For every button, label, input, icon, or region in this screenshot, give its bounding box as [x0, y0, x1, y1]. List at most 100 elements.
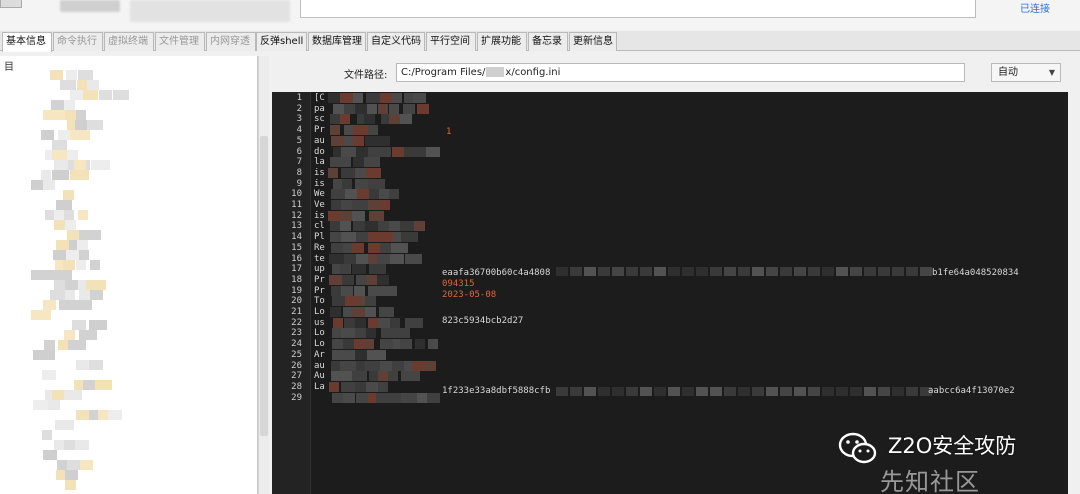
code-line-prefix: Ar — [314, 349, 325, 360]
line-number: 29 — [291, 392, 302, 403]
code-line-prefix: is — [314, 178, 325, 189]
code-value-line4: 1 — [446, 127, 452, 137]
code-line-prefix: au — [314, 360, 325, 371]
code-value-line17: 094315 — [442, 279, 475, 289]
tab-database[interactable]: 数据库管理 — [308, 32, 366, 51]
line-number: 13 — [291, 221, 302, 232]
tree-header: 目 — [4, 62, 14, 73]
code-line-prefix: Ve — [314, 200, 325, 210]
code-line-prefix: Pr — [314, 274, 325, 285]
line-number: 3 — [296, 114, 302, 125]
line-number: 2 — [296, 103, 302, 114]
code-line-prefix: la — [314, 157, 325, 168]
line-number: 21 — [291, 307, 302, 317]
code-line-prefix: up — [314, 264, 325, 275]
line-number: 15 — [291, 242, 302, 253]
code-line-prefix: [C — [314, 93, 325, 103]
encoding-select[interactable]: 自动 ▼ — [991, 63, 1061, 82]
tab-updates[interactable]: 更新信息 — [569, 32, 617, 51]
code-line-prefix: Pr — [314, 125, 325, 136]
line-number: 11 — [291, 200, 302, 210]
code-line-prefix: Pr — [314, 285, 325, 296]
line-number: 28 — [291, 381, 302, 392]
url-input[interactable] — [300, 0, 976, 18]
file-path-input[interactable]: C:/Program Files/x/config.ini — [396, 63, 965, 82]
line-number: 4 — [296, 125, 302, 136]
line-number-gutter: 1 2 3 4 5 6 7 8 9 10 11 12 13 14 15 16 17 18 19 20 21 22 23 24 2… — [272, 92, 311, 494]
line-number: 20 — [291, 296, 302, 307]
redacted-path-segment — [486, 67, 505, 77]
line-number: 12 — [291, 210, 302, 221]
tab-parallel-space[interactable]: 平行空间 — [426, 32, 476, 51]
file-path-row: 文件路径: C:/Program Files/x/config.ini 自动 ▼ — [272, 56, 1080, 92]
code-line-prefix: To — [314, 296, 325, 307]
tab-terminal[interactable]: 虚拟终端 — [104, 32, 154, 51]
code-line-prefix: pa — [314, 103, 325, 114]
code-line-prefix: La — [314, 381, 325, 392]
file-path-prefix: C:/Program Files/ — [401, 67, 486, 78]
code-line-prefix: au — [314, 135, 325, 146]
code-line-prefix: cl — [314, 221, 325, 232]
line-number: 1 — [296, 93, 302, 103]
tab-basic-info[interactable]: 基本信息 — [2, 32, 52, 52]
address-bar-area: 已连接 — [0, 0, 1080, 30]
line-number: 6 — [296, 146, 302, 157]
tree-scrollbar-thumb[interactable] — [260, 136, 268, 436]
line-number: 24 — [291, 339, 302, 350]
code-line-prefix: Lo — [314, 307, 325, 317]
code-line-prefix: Lo — [314, 328, 325, 339]
tab-bar: 基本信息 命令执行 虚拟终端 文件管理 内网穿透 反弹shell 数据库管理 自… — [0, 31, 1080, 52]
code-value-line18: 2023-05-08 — [442, 290, 497, 300]
line-number: 14 — [291, 232, 302, 243]
code-value-line26: 1f233e33a8dbf5888cfb — [442, 386, 551, 396]
line-number: 18 — [291, 274, 302, 285]
code-line-prefix: Lo — [314, 339, 325, 350]
connection-status: 已连接 — [1020, 4, 1050, 15]
code-value-line20: 823c5934bcb2d27 — [442, 316, 524, 326]
file-tree[interactable]: 目 — [0, 56, 258, 494]
code-line-prefix: We — [314, 189, 325, 200]
dropdown-arrow-icon: ▼ — [1048, 68, 1055, 77]
redacted-region — [60, 0, 120, 12]
line-number: 22 — [291, 317, 302, 328]
line-number: 9 — [296, 178, 302, 189]
tab-custom-code[interactable]: 自定义代码 — [367, 32, 425, 51]
tab-extensions[interactable]: 扩展功能 — [477, 32, 527, 51]
code-line-prefix: Re — [314, 242, 325, 253]
code-line-prefix: us — [314, 317, 325, 328]
editor-scrollbar[interactable] — [1068, 92, 1080, 494]
code-line-prefix: is — [314, 210, 325, 221]
code-value-line16: eaafa36700b60c4a4808 — [442, 268, 551, 278]
tab-intranet[interactable]: 内网穿透 — [206, 32, 256, 51]
code-line-prefix: is — [314, 167, 325, 178]
tab-memo[interactable]: 备忘录 — [528, 32, 568, 51]
line-number: 19 — [291, 285, 302, 296]
line-number: 25 — [291, 349, 302, 360]
file-path-label: 文件路径: — [344, 70, 388, 81]
line-number: 7 — [296, 157, 302, 168]
line-number: 23 — [291, 328, 302, 339]
line-number: 8 — [296, 167, 302, 178]
line-number: 10 — [291, 189, 302, 200]
code-line-prefix: te — [314, 253, 325, 264]
tree-scrollbar[interactable] — [258, 56, 269, 494]
tab-reverse-shell[interactable]: 反弹shell — [256, 32, 307, 51]
tab-command[interactable]: 命令执行 — [53, 32, 103, 51]
code-editor[interactable]: 1 2 3 4 5 6 7 8 9 10 11 12 13 14 15 16 17 18 19 20 21 22 23 24 2… — [272, 92, 1068, 494]
code-value-line26-tail: aabcc6a4f13070e2 — [928, 386, 1015, 396]
line-number: 16 — [291, 253, 302, 264]
line-number: 5 — [296, 135, 302, 146]
code-line-prefix: do — [314, 146, 325, 157]
tab-file-manager[interactable]: 文件管理 — [155, 32, 205, 51]
code-value-line16-tail: b1fe64a048520834 — [932, 268, 1019, 278]
line-number: 27 — [291, 371, 302, 382]
line-number: 17 — [291, 264, 302, 275]
encoding-value: 自动 — [998, 67, 1018, 78]
code-line-prefix: Au — [314, 371, 325, 382]
code-line-prefix: sc — [314, 114, 325, 125]
line-number: 26 — [291, 360, 302, 371]
redacted-region — [130, 0, 290, 22]
back-button[interactable] — [0, 0, 22, 8]
file-path-suffix: x/config.ini — [505, 67, 561, 78]
code-line-prefix: Pl — [314, 232, 325, 243]
